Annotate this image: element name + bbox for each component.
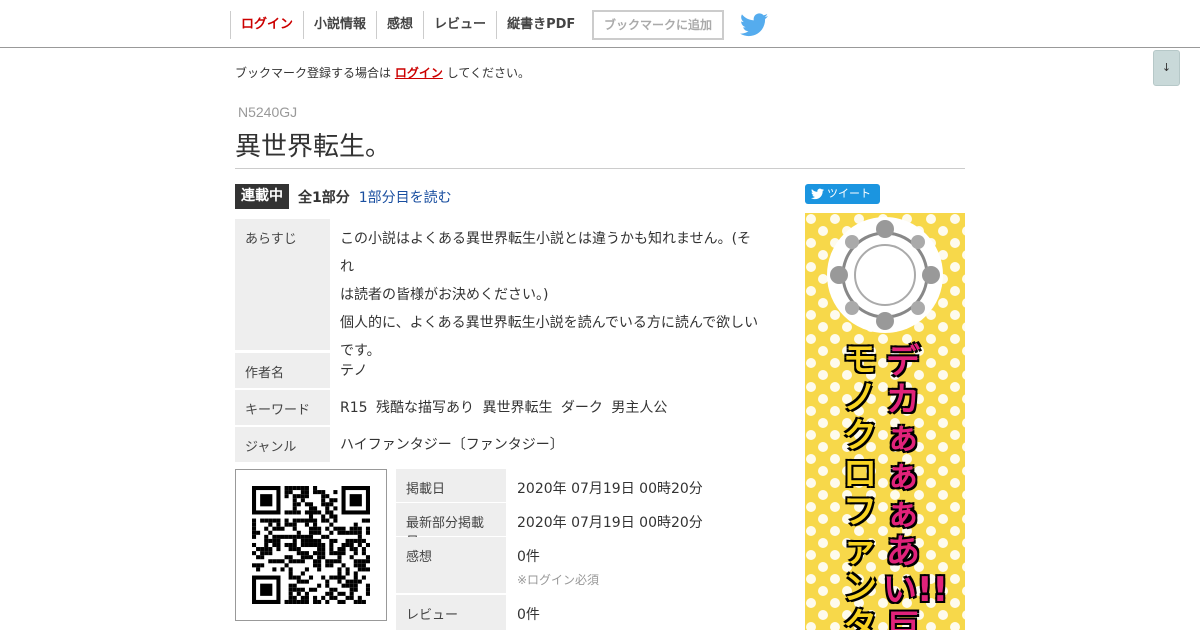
- scroll-down-button[interactable]: ↓: [1153, 50, 1180, 86]
- part-count: 全1部分: [298, 189, 350, 206]
- nav-novel-info-link[interactable]: 小説情報: [303, 11, 376, 39]
- qr-code: [235, 469, 387, 621]
- genre-row: ジャンル ハイファンタジー〔ファンタジー〕: [235, 427, 770, 462]
- keyword-tag: 異世界転生: [482, 400, 553, 416]
- author-row: 作者名 テノ: [235, 353, 770, 388]
- nav-impressions-link[interactable]: 感想: [376, 11, 423, 39]
- tweet-label: ツイート: [827, 187, 871, 200]
- qr-code-graphic: [252, 486, 370, 604]
- ad-headline-2: モノクロファンタ: [843, 340, 877, 630]
- top-navigation: ログイン 小説情報 感想 レビュー 縦書きPDF ブックマークに追加: [0, 0, 1200, 48]
- nav-list: ログイン 小説情報 感想 レビュー 縦書きPDF: [230, 11, 585, 39]
- keyword-tag: 男主人公: [611, 400, 668, 416]
- posted-date-row: 掲載日 2020年 07月19日 00時20分: [396, 469, 766, 502]
- keyword-tag: 残酷な描写あり: [376, 400, 474, 416]
- login-notice-link[interactable]: ログイン: [395, 66, 443, 80]
- login-notice-before: ブックマーク登録する場合は: [235, 66, 392, 80]
- synopsis-line: この小説はよくある異世界転生小説とは違うかも知れません。(それ: [340, 231, 752, 275]
- synopsis-line: は読者の皆様がお決めください。): [340, 287, 549, 303]
- nav-vertical-pdf-link[interactable]: 縦書きPDF: [496, 11, 585, 39]
- status-row: 連載中 全1部分 1部分目を読む: [235, 184, 452, 209]
- title-divider: [235, 168, 965, 169]
- login-required-note: ※ログイン必須: [517, 573, 600, 587]
- reviews-row: レビュー 0件: [396, 595, 766, 630]
- read-first-part-link[interactable]: 1部分目を読む: [359, 187, 452, 207]
- keyword-tag: R15: [340, 400, 368, 416]
- posted-date-value: 2020年 07月19日 00時20分: [517, 481, 703, 497]
- reviews-label: レビュー: [396, 595, 506, 630]
- synopsis-row: あらすじ この小説はよくある異世界転生小説とは違うかも知れません。(それ は読者…: [235, 219, 770, 359]
- ad-headline-1: デカぁぁぁあい!!巨: [883, 342, 949, 630]
- genre-label: ジャンル: [235, 427, 330, 462]
- keyword-tag: ダーク: [560, 400, 603, 416]
- impressions-row: 感想 0件 ※ログイン必須: [396, 537, 766, 593]
- tweet-button[interactable]: ツイート: [805, 184, 880, 204]
- posted-date-label: 掲載日: [396, 469, 506, 502]
- reviews-count: 0件: [517, 607, 540, 623]
- impressions-count: 0件: [517, 549, 540, 565]
- impressions-label: 感想: [396, 537, 506, 593]
- add-bookmark-button[interactable]: ブックマークに追加: [592, 10, 724, 40]
- twitter-bird-icon[interactable]: [740, 13, 768, 37]
- author-name-link[interactable]: テノ: [330, 353, 770, 388]
- keyword-list: R15 残酷な描写あり 異世界転生 ダーク 男主人公: [330, 390, 770, 425]
- serial-status-badge: 連載中: [235, 184, 289, 209]
- login-notice-after: してください。: [446, 66, 530, 80]
- genre-value: ハイファンタジー〔ファンタジー〕: [340, 437, 564, 453]
- synopsis-line: 個人的に、よくある異世界転生小説を読んでいる方に読んで欲しい: [340, 315, 759, 331]
- twitter-bird-icon: [811, 188, 824, 200]
- keyword-label: キーワード: [235, 390, 330, 425]
- latest-date-row: 最新部分掲載日 2020年 07月19日 00時20分: [396, 503, 766, 550]
- synopsis-label: あらすじ: [235, 219, 330, 350]
- novel-title: 異世界転生。: [235, 132, 392, 162]
- latest-date-value: 2020年 07月19日 00時20分: [517, 515, 703, 531]
- login-notice: ブックマーク登録する場合は ログイン してください。: [235, 64, 530, 81]
- advertisement-banner[interactable]: モノクロファンタ デカぁぁぁあい!!巨: [805, 213, 965, 630]
- nav-review-link[interactable]: レビュー: [423, 11, 496, 39]
- novel-code: N5240GJ: [238, 104, 298, 120]
- synopsis-text: この小説はよくある異世界転生小説とは違うかも知れません。(それ は読者の皆様がお…: [330, 219, 770, 359]
- nav-login-link[interactable]: ログイン: [230, 11, 303, 39]
- impressions-value: 0件 ※ログイン必須: [506, 537, 766, 593]
- author-label: 作者名: [235, 353, 330, 388]
- latest-date-label: 最新部分掲載日: [396, 503, 506, 550]
- keyword-row: キーワード R15 残酷な描写あり 異世界転生 ダーク 男主人公: [235, 390, 770, 425]
